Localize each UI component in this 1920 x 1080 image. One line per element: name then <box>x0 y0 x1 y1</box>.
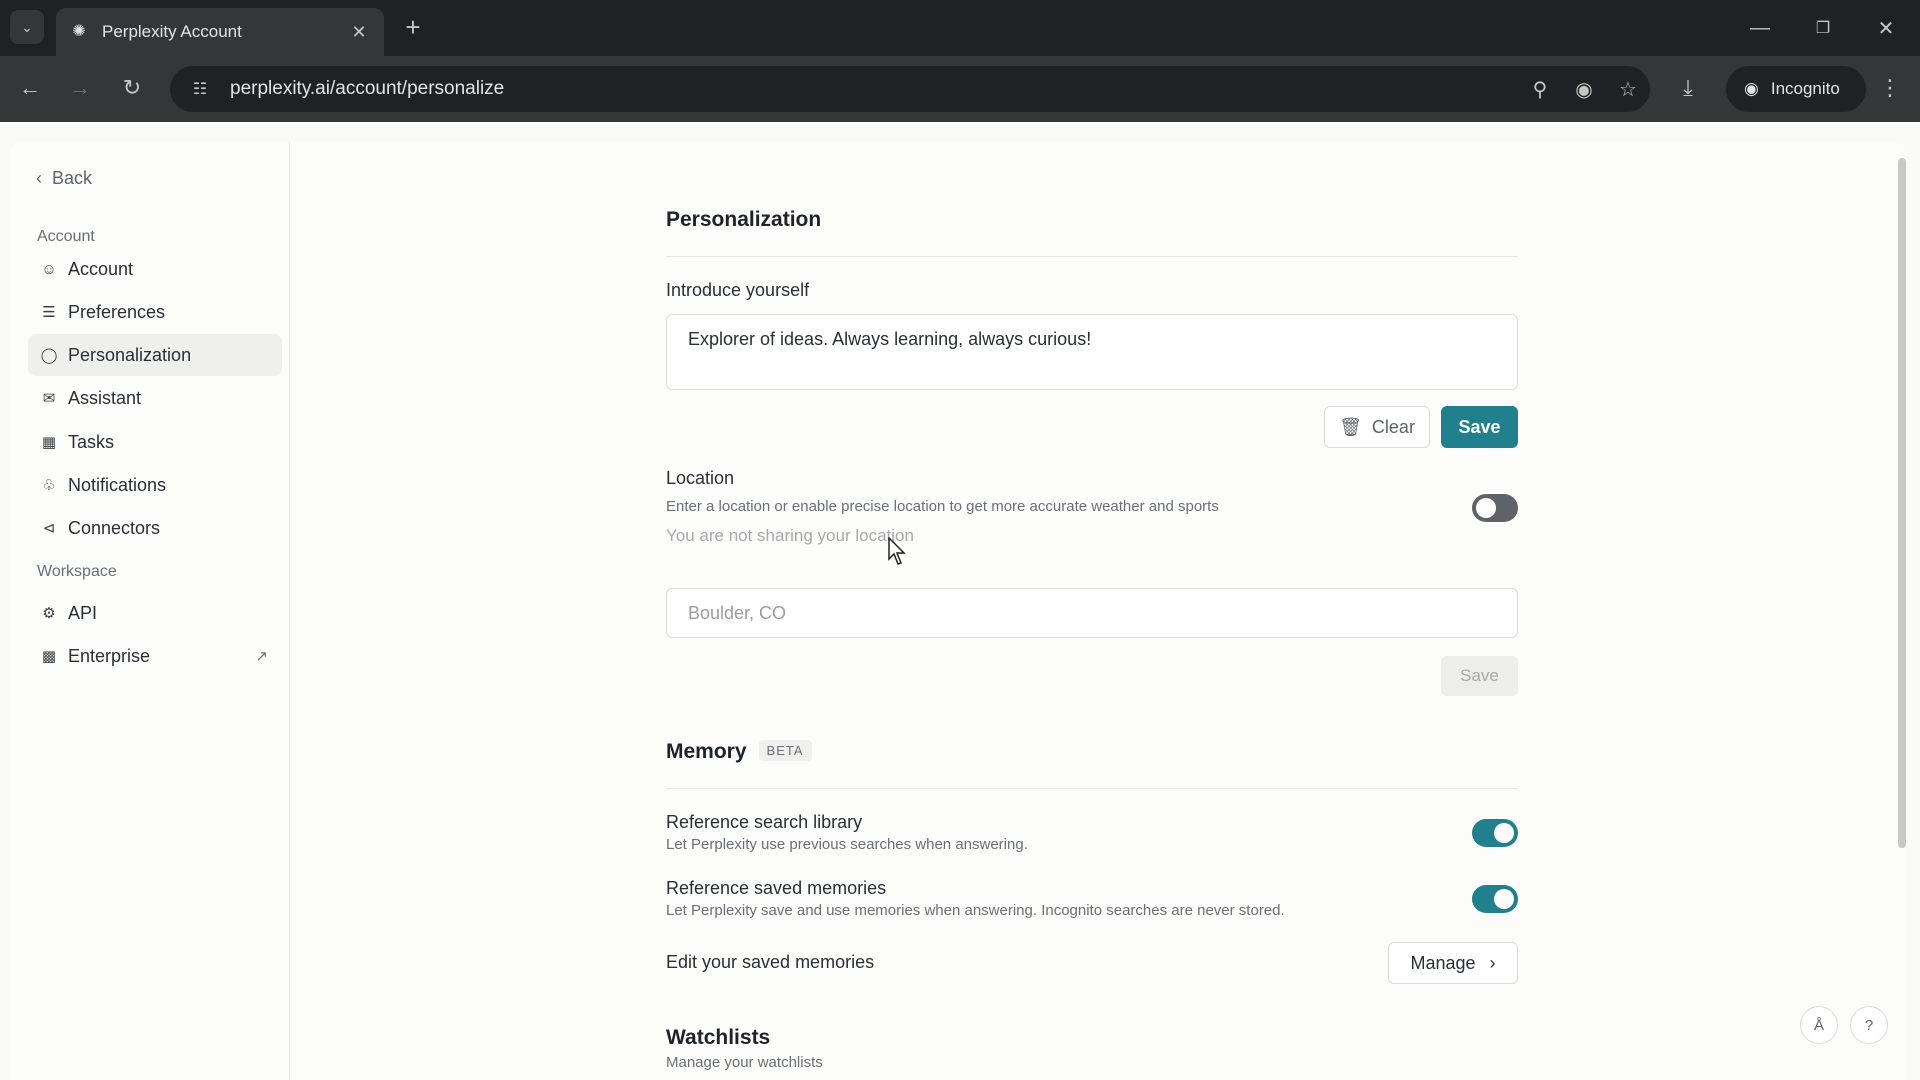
chevron-down-icon: ⌄ <box>21 18 33 35</box>
mouse-cursor-icon <box>888 537 906 565</box>
clear-button[interactable]: 🗑 Clear <box>1324 406 1430 448</box>
sidebar-item-label: Connectors <box>68 517 161 538</box>
incognito-indicator[interactable]: ◉ Incognito <box>1726 66 1866 112</box>
reference-search-library-label: Reference search library <box>666 812 863 832</box>
scrollbar-thumb[interactable] <box>1898 158 1906 848</box>
address-bar[interactable]: ☷ perplexity.ai/account/personalize ⚲ ◉ … <box>170 66 1650 112</box>
save-intro-button[interactable]: Save <box>1441 406 1518 448</box>
sidebar-item-assistant[interactable]: ✉ Assistant <box>28 377 282 419</box>
chevron-right-icon: › <box>1489 952 1496 973</box>
manage-memories-button[interactable]: Manage › <box>1388 942 1518 984</box>
trash-icon: 🗑 <box>1339 416 1362 437</box>
settings-sidebar: ‹ Back Account ☺ Account ☰ Preferences ◯… <box>10 142 290 1080</box>
memory-heading: Memory BETA <box>666 740 1518 764</box>
sidebar-item-label: Tasks <box>68 431 115 452</box>
sidebar-item-connectors[interactable]: ⊲ Connectors <box>28 507 282 549</box>
reference-saved-memories-toggle[interactable] <box>1472 885 1518 913</box>
sidebar-item-label: Account <box>68 258 134 279</box>
back-label: Back <box>52 168 93 188</box>
calendar-icon: ▦ <box>41 434 57 451</box>
introduce-yourself-textarea[interactable]: Explorer of ideas. Always learning, alwa… <box>666 314 1518 390</box>
chevron-left-icon: ‹ <box>36 168 42 188</box>
sidebar-item-label: Preferences <box>68 301 166 322</box>
user-circle-icon: ☺ <box>41 260 57 278</box>
location-toggle[interactable] <box>1472 494 1518 522</box>
browser-menu-icon[interactable]: ⋮ <box>1872 70 1908 106</box>
memory-divider <box>666 788 1518 789</box>
location-input-wrapper <box>666 588 1518 638</box>
tab-search-button[interactable]: ⌄ <box>10 10 44 44</box>
account-section-label: Account <box>37 228 95 245</box>
tracking-protection-eye-icon[interactable]: ◉ <box>1562 66 1606 112</box>
close-tab-icon[interactable]: ✕ <box>348 22 370 43</box>
toggle-icon: ◯ <box>40 347 58 364</box>
share-nodes-icon: ⊲ <box>42 520 56 537</box>
bookmark-star-icon[interactable]: ☆ <box>1606 66 1650 112</box>
api-icon: ⚙ <box>42 605 56 622</box>
site-settings-icon[interactable]: ☷ <box>178 66 222 112</box>
location-label: Location <box>666 468 735 488</box>
minimize-window-icon[interactable]: — <box>1740 8 1780 48</box>
incognito-icon: ◉ <box>1744 79 1759 98</box>
reference-saved-memories-description: Let Perplexity save and use memories whe… <box>666 902 1285 919</box>
location-description: Enter a location or enable precise locat… <box>666 498 1219 515</box>
sidebar-item-personalization[interactable]: ◯ Personalization <box>28 334 282 376</box>
clear-label: Clear <box>1371 416 1415 437</box>
building-icon: ▩ <box>41 648 57 665</box>
location-status: You are not sharing your location <box>666 526 914 545</box>
sidebar-item-label: Personalization <box>68 344 192 365</box>
sidebar-item-tasks[interactable]: ▦ Tasks <box>28 421 282 463</box>
sidebar-item-label: Assistant <box>68 387 142 408</box>
sidebar-item-account[interactable]: ☺ Account <box>28 248 282 290</box>
introduce-label: Introduce yourself <box>666 280 810 300</box>
incognito-label: Incognito <box>1770 79 1840 98</box>
page-title: Personalization <box>666 208 822 231</box>
sidebar-item-label: Enterprise <box>68 645 151 666</box>
perplexity-favicon-icon: ✺ <box>72 23 86 40</box>
bell-icon: ♧ <box>42 477 56 494</box>
external-link-icon: ↗ <box>255 648 268 665</box>
back-link[interactable]: ‹ Back <box>36 168 92 189</box>
close-window-icon[interactable]: ✕ <box>1866 8 1906 48</box>
beta-badge: BETA <box>758 740 812 761</box>
url-text[interactable]: perplexity.ai/account/personalize <box>230 78 1518 100</box>
translate-icon[interactable]: Å <box>1800 1006 1838 1044</box>
help-icon[interactable]: ? <box>1850 1006 1888 1044</box>
zoom-icon[interactable]: ⚲ <box>1518 66 1562 112</box>
download-icon[interactable]: ⤓ <box>1670 70 1706 106</box>
page: ‹ Back Account ☺ Account ☰ Preferences ◯… <box>0 122 1920 1080</box>
back-arrow-icon[interactable]: ← <box>12 70 48 106</box>
sliders-icon: ☰ <box>42 304 56 321</box>
sidebar-item-api[interactable]: ⚙ API <box>28 592 282 634</box>
browser-tab[interactable]: ✺ Perplexity Account ✕ <box>56 8 384 56</box>
reference-search-library-toggle[interactable] <box>1472 819 1518 847</box>
page-scrollbar[interactable] <box>1896 142 1908 1080</box>
sidebar-item-label: API <box>68 602 98 623</box>
tab-strip: ⌄ ✺ Perplexity Account ✕ + — ❐ ✕ <box>0 0 1920 56</box>
restore-window-icon[interactable]: ❐ <box>1803 8 1843 48</box>
workspace-section-label: Workspace <box>37 563 117 580</box>
sidebar-item-preferences[interactable]: ☰ Preferences <box>28 291 282 333</box>
forward-arrow-icon[interactable]: → <box>62 70 98 106</box>
reload-icon[interactable]: ↻ <box>114 70 150 106</box>
tab-title: Perplexity Account <box>102 22 242 41</box>
sidebar-item-notifications[interactable]: ♧ Notifications <box>28 464 282 506</box>
manage-label: Manage <box>1410 952 1476 973</box>
browser-toolbar: ← → ↻ ☷ perplexity.ai/account/personaliz… <box>0 56 1920 122</box>
sidebar-item-label: Notifications <box>68 474 167 495</box>
watchlists-title: Watchlists <box>666 1026 771 1049</box>
reference-search-library-description: Let Perplexity use previous searches whe… <box>666 836 1028 853</box>
sidebar-item-enterprise[interactable]: ▩ Enterprise ↗ <box>28 635 282 677</box>
memory-title: Memory <box>666 740 747 763</box>
watchlists-description: Manage your watchlists <box>666 1054 823 1071</box>
save-location-button[interactable]: Save <box>1441 656 1518 696</box>
new-tab-button[interactable]: + <box>398 12 428 42</box>
location-input[interactable] <box>688 602 1496 624</box>
reference-saved-memories-label: Reference saved memories <box>666 878 887 898</box>
title-divider <box>666 256 1518 257</box>
mail-icon: ✉ <box>42 390 56 407</box>
